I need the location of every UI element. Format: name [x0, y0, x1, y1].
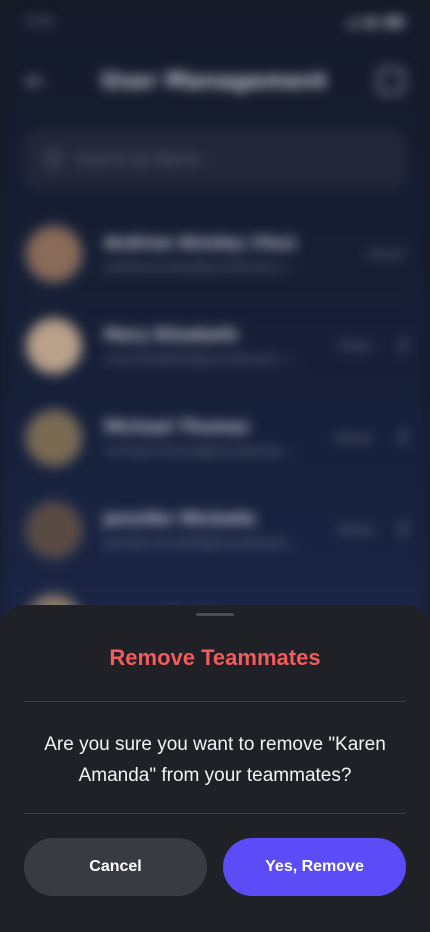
user-row[interactable]: Jennifer Michelle jennifer.michelle@yourd… [24, 484, 412, 576]
divider [24, 813, 406, 814]
avatar [24, 407, 84, 468]
wifi-icon [364, 17, 378, 27]
sheet-title: Remove Teammates [109, 645, 321, 670]
battery-icon [384, 17, 404, 27]
user-row[interactable]: Michael Thomas michael.thomas@yourdomain.… [24, 392, 412, 484]
user-name: Jennifer Michelle [104, 509, 256, 528]
status-icons [344, 17, 404, 27]
page-title: User Management [100, 68, 328, 94]
search-input[interactable]: Search by Name [24, 130, 406, 188]
user-email: mary.elizabeth@yourdomain.com [104, 352, 304, 366]
avatar [24, 315, 84, 376]
search-placeholder: Search by Name [76, 150, 200, 168]
status-time: 9:41 [26, 14, 56, 30]
user-info: Mary Elizabeth mary.elizabeth@yourdomain.… [104, 325, 328, 366]
user-name: Mary Elizabeth [104, 325, 238, 344]
user-email: andrew.ainsley@yourdomain.com [104, 260, 304, 274]
remove-teammate-sheet: Remove Teammates Are you sure you want t… [0, 605, 430, 932]
back-arrow-icon[interactable]: ← [26, 67, 50, 95]
user-role: Editor [338, 338, 374, 353]
divider [24, 701, 406, 702]
user-name: Michael Thomas [104, 417, 250, 436]
user-role: Editor [338, 522, 374, 537]
user-row[interactable]: Andrew Ainsley (You) andrew.ainsley@yourd… [24, 208, 406, 300]
user-list: Andrew Ainsley (You) andrew.ainsley@yourd… [24, 208, 412, 668]
user-info: Jennifer Michelle jennifer.michelle@yourd… [104, 509, 328, 550]
more-options-icon[interactable]: ⋮ [394, 335, 412, 356]
cancel-button[interactable]: Cancel [24, 838, 207, 896]
user-row[interactable]: Mary Elizabeth mary.elizabeth@yourdomain.… [24, 300, 412, 392]
user-info: Andrew Ainsley (You) andrew.ainsley@yourd… [104, 233, 357, 274]
avatar [24, 223, 84, 284]
app-bar: ← User Management [0, 56, 430, 106]
confirmation-message: Are you sure you want to remove "Karen A… [44, 734, 386, 786]
more-options-icon[interactable]: ⋮ [394, 427, 412, 448]
more-options-icon[interactable]: ⋮ [394, 519, 412, 540]
user-role: Owner [366, 246, 406, 261]
signal-icon [344, 17, 358, 27]
add-user-icon[interactable] [377, 68, 404, 94]
user-role: Viewer [333, 430, 374, 445]
user-name: Andrew Ainsley (You) [104, 233, 297, 252]
sheet-handle[interactable] [196, 613, 234, 616]
user-email: michael.thomas@yourdomain.com [104, 444, 304, 458]
user-info: Michael Thomas michael.thomas@yourdomain.… [104, 417, 323, 458]
search-icon [46, 151, 62, 167]
avatar [24, 499, 84, 560]
confirm-remove-button[interactable]: Yes, Remove [223, 838, 406, 896]
user-email: jennifer.michelle@yourdomain.com [104, 536, 304, 550]
status-bar: 9:41 [0, 0, 430, 44]
